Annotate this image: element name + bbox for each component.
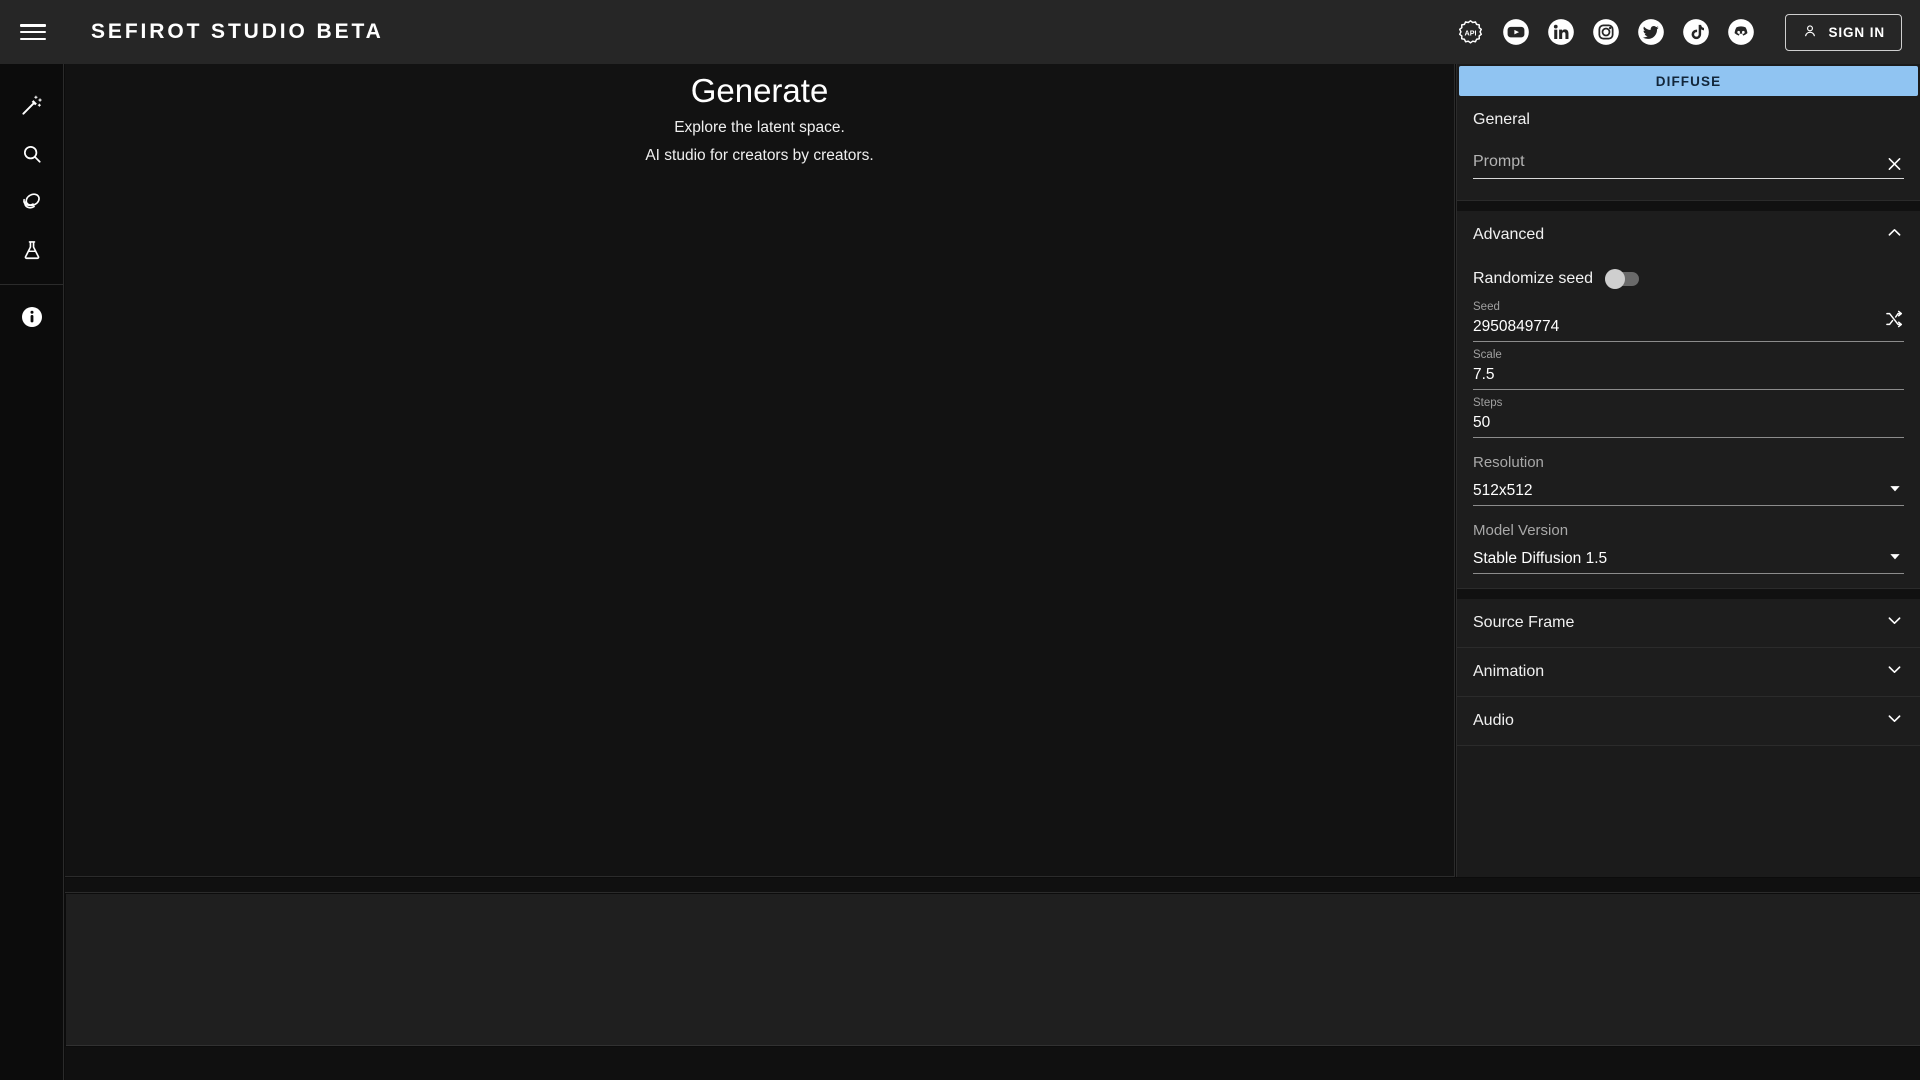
section-animation-header[interactable]: Animation: [1457, 648, 1920, 696]
chevron-down-icon[interactable]: [1885, 660, 1904, 684]
randomize-seed-toggle[interactable]: [1605, 269, 1640, 289]
prompt-placeholder: Prompt: [1473, 153, 1525, 170]
steps-field[interactable]: Steps 50: [1473, 393, 1904, 438]
section-general-header[interactable]: General: [1457, 96, 1920, 144]
randomize-seed-label: Randomize seed: [1473, 270, 1594, 287]
instagram-icon[interactable]: [1591, 18, 1620, 47]
layers-icon: [20, 190, 43, 218]
chevron-down-icon[interactable]: [1885, 709, 1904, 733]
hamburger-menu-icon[interactable]: [18, 21, 48, 43]
hero-block: Generate Explore the latent space. AI st…: [65, 64, 1454, 170]
info-icon: [20, 305, 44, 334]
page-title: Generate: [690, 72, 829, 109]
chevron-up-icon[interactable]: [1885, 223, 1904, 247]
twitter-icon[interactable]: [1636, 18, 1665, 47]
resolution-select[interactable]: 512x512: [1473, 476, 1904, 506]
close-icon[interactable]: [1885, 155, 1904, 174]
sign-in-button[interactable]: SIGN IN: [1785, 13, 1902, 51]
timeline-strip-top: [65, 878, 1920, 893]
section-audio: Audio: [1457, 697, 1920, 746]
sidebar-item-info[interactable]: [8, 295, 56, 343]
panel-gap: [1457, 589, 1920, 599]
section-audio-title: Audio: [1473, 712, 1514, 729]
hamburger-bar: [20, 24, 46, 27]
main-canvas-area: Generate Explore the latent space. AI st…: [65, 64, 1455, 877]
toggle-knob: [1605, 269, 1626, 289]
hamburger-bar: [20, 37, 46, 40]
hamburger-bar: [20, 30, 46, 34]
sidebar-item-layers[interactable]: [8, 180, 56, 228]
prompt-field[interactable]: Prompt: [1473, 150, 1904, 179]
scale-field[interactable]: Scale 7.5: [1473, 345, 1904, 390]
randomize-seed-row: Randomize seed: [1473, 263, 1904, 295]
discord-icon[interactable]: [1726, 18, 1755, 47]
diffuse-button[interactable]: DIFFUSE: [1459, 66, 1918, 96]
model-version-group: Model Version Stable Diffusion 1.5: [1473, 518, 1904, 574]
search-icon: [21, 143, 43, 170]
resolution-value: 512x512: [1473, 481, 1533, 499]
linkedin-icon[interactable]: [1546, 18, 1575, 47]
caret-down-icon: [1888, 481, 1902, 500]
section-advanced-header[interactable]: Advanced: [1457, 211, 1920, 259]
section-advanced-title: Advanced: [1473, 226, 1545, 243]
model-version-value: Stable Diffusion 1.5: [1473, 549, 1608, 567]
resolution-label: Resolution: [1473, 454, 1544, 471]
app-brand-title: SEFIROT STUDIO BETA: [91, 20, 384, 43]
section-source-frame-header[interactable]: Source Frame: [1457, 599, 1920, 647]
timeline-panel[interactable]: [66, 894, 1920, 1046]
scale-label: Scale: [1473, 349, 1502, 361]
section-general-body: Prompt: [1457, 144, 1920, 200]
steps-value: 50: [1473, 414, 1491, 431]
chevron-down-icon[interactable]: [1885, 611, 1904, 635]
left-icon-rail: [0, 64, 64, 1080]
seed-value: 2950849774: [1473, 318, 1560, 335]
caret-down-icon: [1888, 549, 1902, 568]
settings-panel: DIFFUSE General Prompt Advanced Randomiz…: [1456, 64, 1920, 877]
timeline-strip-bottom: [65, 1047, 1920, 1080]
hero-subtitle-line-1: Explore the latent space.: [674, 119, 845, 136]
seed-field[interactable]: Seed 2950849774: [1473, 297, 1904, 342]
sidebar-item-search[interactable]: [8, 132, 56, 180]
panel-gap: [1457, 201, 1920, 211]
youtube-icon[interactable]: [1501, 18, 1530, 47]
section-animation-title: Animation: [1473, 663, 1545, 680]
section-general-title: General: [1473, 111, 1530, 128]
section-general: General Prompt: [1457, 96, 1920, 201]
model-version-label: Model Version: [1473, 522, 1569, 539]
sidebar-item-generate[interactable]: [8, 84, 56, 132]
section-advanced-body: Randomize seed Seed 2950849774 Scale 7.5…: [1457, 259, 1920, 588]
api-icon[interactable]: API: [1456, 18, 1485, 47]
sign-in-label: SIGN IN: [1828, 24, 1885, 40]
section-audio-header[interactable]: Audio: [1457, 697, 1920, 745]
sidebar-item-lab[interactable]: [8, 228, 56, 276]
scale-value: 7.5: [1473, 366, 1495, 383]
person-icon: [1802, 23, 1818, 42]
shuffle-icon[interactable]: [1884, 309, 1904, 329]
tiktok-icon[interactable]: [1681, 18, 1710, 47]
topbar-actions: API SIGN IN: [1456, 13, 1902, 51]
hero-subtitle-line-2: AI studio for creators by creators.: [645, 147, 874, 164]
section-source-frame: Source Frame: [1457, 599, 1920, 648]
magic-wand-icon: [20, 94, 43, 122]
section-advanced: Advanced Randomize seed Seed 2950849774: [1457, 211, 1920, 589]
section-source-frame-title: Source Frame: [1473, 614, 1575, 631]
seed-label: Seed: [1473, 301, 1500, 313]
resolution-group: Resolution 512x512: [1473, 450, 1904, 506]
top-app-bar: SEFIROT STUDIO BETA API SIGN IN: [0, 0, 1920, 64]
section-animation: Animation: [1457, 648, 1920, 697]
steps-label: Steps: [1473, 397, 1503, 409]
svg-text:API: API: [1465, 28, 1477, 37]
flask-icon: [21, 239, 43, 266]
model-version-select[interactable]: Stable Diffusion 1.5: [1473, 544, 1904, 574]
rail-divider: [0, 284, 64, 285]
